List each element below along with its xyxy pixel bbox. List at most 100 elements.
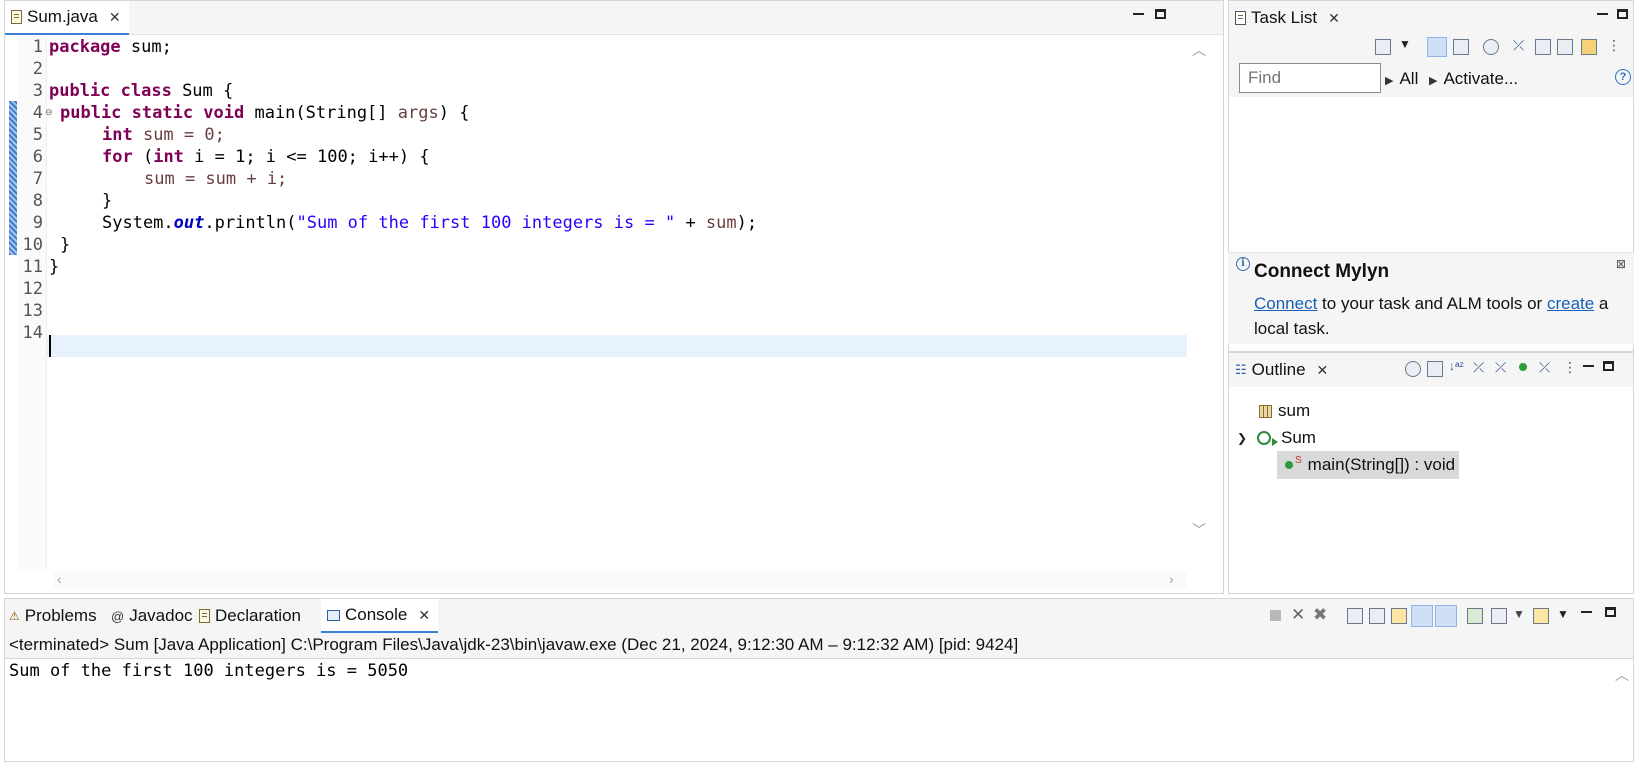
outline-item-method[interactable]: S main(String[]) : void	[1277, 451, 1460, 479]
change-marker	[9, 101, 17, 255]
new-task-icon[interactable]	[1375, 39, 1391, 55]
tab-task-list[interactable]: Task List ✕	[1229, 1, 1348, 35]
hide-local-types-icon[interactable]: ⤫	[1539, 359, 1555, 375]
tab-label: Outline	[1251, 360, 1306, 379]
dropdown-icon[interactable]: ▼	[1513, 607, 1525, 621]
scroll-left-icon[interactable]: ‹	[57, 571, 62, 587]
minimize-button[interactable]	[1581, 611, 1592, 614]
scheduled-icon[interactable]	[1453, 39, 1469, 55]
current-line-highlight	[47, 335, 1187, 357]
console-tabbar: ⚠ Problems @ Javadoc Declaration Console…	[5, 599, 1633, 633]
hide-nonpublic-icon[interactable]	[1519, 363, 1527, 371]
hide-static-icon[interactable]: ⤫	[1495, 359, 1511, 375]
info-icon: i	[1236, 257, 1250, 271]
console-icon	[327, 609, 340, 621]
display-console-icon[interactable]	[1491, 608, 1507, 624]
maximize-button[interactable]	[1603, 361, 1614, 371]
scroll-up-icon[interactable]: ︿	[1192, 40, 1206, 60]
pin-console-icon[interactable]	[1467, 608, 1483, 624]
code-line: }	[49, 257, 60, 277]
line-number: 7	[32, 169, 43, 189]
minimize-button[interactable]	[1583, 365, 1594, 368]
chevron-down-icon[interactable]: ❯	[1237, 431, 1251, 445]
clear-console-icon[interactable]	[1347, 608, 1363, 624]
declaration-icon	[199, 609, 210, 623]
javadoc-icon: @	[111, 608, 125, 624]
show-stderr-icon[interactable]	[1435, 605, 1457, 627]
scroll-up-icon[interactable]: ︿	[1615, 665, 1629, 685]
activate-link[interactable]: ▶ Activate...	[1429, 69, 1518, 89]
open-console-icon[interactable]	[1533, 608, 1549, 624]
maximize-button[interactable]	[1155, 9, 1166, 19]
dropdown-icon[interactable]: ▼	[1557, 607, 1569, 621]
sync-icon[interactable]	[1581, 39, 1597, 55]
scroll-right-icon[interactable]: ›	[1169, 571, 1174, 587]
method-icon	[1285, 461, 1293, 469]
help-icon[interactable]: ?	[1615, 69, 1631, 85]
outline-icon: ☷	[1235, 362, 1247, 377]
vertical-scrollbar[interactable]: ︿ ﹀	[1189, 36, 1207, 571]
collapse-all-icon[interactable]	[1557, 39, 1573, 55]
scroll-lock-icon[interactable]	[1369, 608, 1385, 624]
tab-console[interactable]: Console ✕	[321, 599, 439, 633]
console-part: ⚠ Problems @ Javadoc Declaration Console…	[4, 598, 1634, 762]
all-filter-link[interactable]: ▶ All	[1385, 69, 1418, 89]
view-menu-icon[interactable]: ⋮	[1607, 37, 1621, 54]
tab-label: Task List	[1251, 8, 1318, 27]
close-icon[interactable]: ✕	[1328, 10, 1340, 27]
code-line: System.out.println("Sum of the first 100…	[102, 213, 758, 233]
sort-icon[interactable]: ↓ᵃᶻ	[1449, 359, 1465, 375]
filter-icon[interactable]	[1535, 39, 1551, 55]
console-output[interactable]: Sum of the first 100 integers is = 5050	[9, 661, 408, 681]
line-number: 14	[22, 323, 43, 343]
task-list-tabbar: Task List ✕	[1229, 1, 1633, 35]
mylyn-text: Connect to your task and ALM tools or cr…	[1254, 294, 1609, 338]
tab-javadoc[interactable]: @ Javadoc	[105, 599, 201, 633]
view-menu-icon[interactable]: ⋮	[1563, 359, 1577, 376]
categorized-icon[interactable]	[1427, 37, 1447, 57]
hide-completed-icon[interactable]: ⤫	[1513, 37, 1529, 53]
outline-item-package[interactable]: sum	[1259, 397, 1310, 425]
show-stdout-icon[interactable]	[1411, 605, 1433, 627]
tab-sum-java[interactable]: Sum.java ✕	[5, 1, 129, 35]
outline-item-class[interactable]: ❯ Sum	[1237, 424, 1316, 452]
hide-fields-icon[interactable]: ⤫	[1473, 359, 1489, 375]
java-file-icon	[11, 10, 22, 24]
remove-all-icon[interactable]: ✖	[1313, 605, 1329, 624]
minimize-button[interactable]	[1133, 13, 1144, 16]
terminate-icon[interactable]	[1270, 610, 1281, 621]
scroll-down-icon[interactable]: ﹀	[1192, 520, 1206, 540]
dropdown-icon[interactable]: ▼	[1399, 37, 1411, 51]
horizontal-scrollbar[interactable]: ‹ ›	[53, 571, 1187, 589]
line-number: 3	[32, 81, 43, 101]
word-wrap-icon[interactable]	[1391, 608, 1407, 624]
maximize-button[interactable]	[1605, 607, 1616, 617]
close-icon[interactable]: ✕	[1317, 362, 1329, 379]
text-caret	[49, 335, 51, 357]
create-link[interactable]: create	[1547, 294, 1594, 313]
line-number: 12	[22, 279, 43, 299]
maximize-button[interactable]	[1617, 9, 1628, 19]
code-line: int sum = 0;	[102, 125, 225, 145]
console-process-description: <terminated> Sum [Java Application] C:\P…	[5, 633, 1633, 659]
remove-launch-icon[interactable]: ✕	[1291, 605, 1307, 624]
tab-declaration[interactable]: Declaration	[193, 599, 309, 633]
package-icon	[1259, 404, 1272, 418]
connect-link[interactable]: Connect	[1254, 294, 1317, 313]
tab-outline[interactable]: ☷ Outline ✕	[1229, 353, 1337, 387]
find-input[interactable]	[1239, 63, 1381, 93]
tab-problems[interactable]: ⚠ Problems	[5, 599, 105, 633]
focus-icon[interactable]	[1483, 39, 1499, 55]
connect-mylyn-panel: i Connect Mylyn ⊠ Connect to your task a…	[1228, 252, 1634, 344]
class-icon	[1257, 431, 1278, 446]
line-number: 13	[22, 301, 43, 321]
minimize-button[interactable]	[1597, 13, 1608, 16]
collapse-all-icon[interactable]	[1427, 361, 1443, 377]
fold-toggle-icon[interactable]: ⊖	[45, 107, 53, 118]
close-icon[interactable]: ✕	[418, 607, 430, 624]
close-icon[interactable]: ✕	[109, 9, 121, 26]
code-line: sum = sum + i;	[144, 169, 288, 189]
close-icon[interactable]: ⊠	[1616, 257, 1626, 271]
line-number: 10	[22, 235, 43, 255]
focus-icon[interactable]	[1405, 361, 1421, 377]
